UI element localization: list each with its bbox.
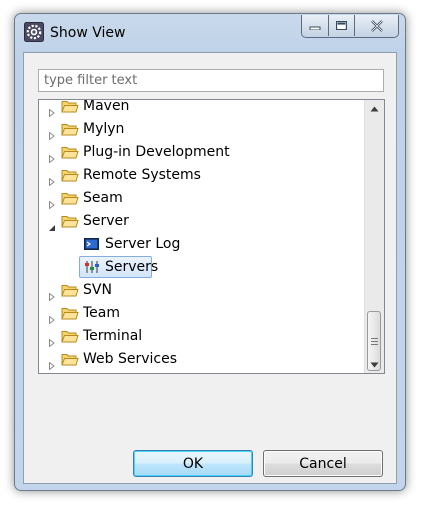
tree-item-label: Maven	[83, 99, 130, 114]
expand-toggle[interactable]	[48, 148, 56, 164]
expand-arrow-icon	[49, 108, 55, 118]
expand-arrow-icon	[49, 200, 55, 210]
tree-folder-row[interactable]: Mylyn	[39, 118, 366, 141]
cancel-button[interactable]: Cancel	[263, 450, 383, 477]
view-tree[interactable]: Maven Mylyn Plug-in Development Remote S…	[38, 99, 385, 374]
collapse-toggle[interactable]	[48, 217, 56, 231]
folder-icon	[61, 100, 79, 114]
thumb-grip-line	[371, 344, 378, 345]
arrow-up-icon	[370, 106, 379, 111]
tree-folder-row[interactable]: Plug-in Development	[39, 141, 366, 164]
maximize-button[interactable]	[328, 15, 354, 36]
window-controls	[301, 15, 399, 38]
expand-toggle[interactable]	[48, 286, 56, 302]
folder-icon	[61, 282, 79, 298]
tree-item-label: Seam	[83, 190, 123, 206]
tree-view-row[interactable]: Server Log	[39, 233, 366, 255]
tree-item-label: Terminal	[83, 328, 143, 344]
tree-item-label: Server Log	[105, 236, 181, 252]
tree-item-label: Mylyn	[83, 121, 125, 137]
tree-item-label: Remote Systems	[83, 167, 201, 183]
collapse-arrow-icon	[49, 225, 55, 231]
minimize-button[interactable]	[302, 15, 328, 36]
tree-folder-row[interactable]: Web Services	[39, 348, 366, 371]
thumb-grip-line	[371, 341, 378, 342]
folder-icon	[61, 190, 79, 206]
server-log-icon	[83, 236, 101, 252]
maximize-icon	[336, 21, 347, 30]
dialog-title: Show View	[50, 25, 126, 41]
tree-view-row[interactable]: Servers	[39, 256, 366, 278]
scroll-down-button[interactable]	[365, 356, 384, 373]
folder-icon	[61, 121, 79, 137]
tree-folder-row[interactable]: Team	[39, 302, 366, 325]
filter-input[interactable]	[38, 69, 384, 92]
folder-icon	[61, 305, 79, 321]
tree-item-label: Web Services	[83, 351, 178, 367]
folder-icon	[61, 167, 79, 183]
tree-item-label: Servers	[105, 259, 159, 275]
expand-arrow-icon	[49, 315, 55, 325]
expand-toggle[interactable]	[48, 332, 56, 348]
tree-folder-row[interactable]: SVN	[39, 279, 366, 302]
expand-arrow-icon	[49, 154, 55, 164]
expand-toggle[interactable]	[48, 194, 56, 210]
expand-arrow-icon	[49, 338, 55, 348]
scroll-up-button[interactable]	[365, 100, 384, 117]
eclipse-gear-icon	[24, 22, 44, 42]
expand-arrow-icon	[49, 292, 55, 302]
expand-toggle[interactable]	[48, 102, 56, 118]
tree-item-label: Server	[83, 213, 129, 229]
tree-item-label: Plug-in Development	[83, 144, 230, 160]
ok-button[interactable]: OK	[133, 450, 253, 477]
folder-icon	[61, 144, 79, 160]
tree-folder-row[interactable]: Maven	[39, 99, 366, 118]
tree-folder-row[interactable]: Terminal	[39, 325, 366, 348]
servers-icon	[83, 259, 101, 275]
expand-toggle[interactable]	[48, 309, 56, 325]
thumb-grip-line	[371, 338, 378, 339]
expand-toggle[interactable]	[48, 355, 56, 371]
expand-arrow-icon	[49, 361, 55, 371]
expand-arrow-icon	[49, 131, 55, 141]
vertical-scrollbar[interactable]	[364, 100, 384, 373]
tree-folder-row[interactable]: Server	[39, 210, 366, 232]
title-bar[interactable]: Show View	[15, 14, 405, 52]
tree-item-label: Team	[83, 305, 121, 321]
tree-item-label: SVN	[83, 282, 112, 298]
show-view-dialog: Show View Maven Mylyn Plug-in Developmen…	[14, 13, 406, 491]
folder-icon	[61, 351, 79, 367]
close-button[interactable]	[354, 15, 398, 36]
expand-arrow-icon	[49, 177, 55, 187]
close-icon	[370, 19, 383, 32]
expand-toggle[interactable]	[48, 171, 56, 187]
tree-folder-row[interactable]: Remote Systems	[39, 164, 366, 187]
folder-icon	[61, 328, 79, 344]
dialog-client-area: Maven Mylyn Plug-in Development Remote S…	[23, 52, 397, 484]
folder-open-icon	[61, 213, 79, 229]
expand-toggle[interactable]	[48, 125, 56, 141]
minimize-icon	[309, 26, 321, 30]
arrow-down-icon	[370, 362, 379, 367]
tree-folder-row[interactable]: Seam	[39, 187, 366, 210]
